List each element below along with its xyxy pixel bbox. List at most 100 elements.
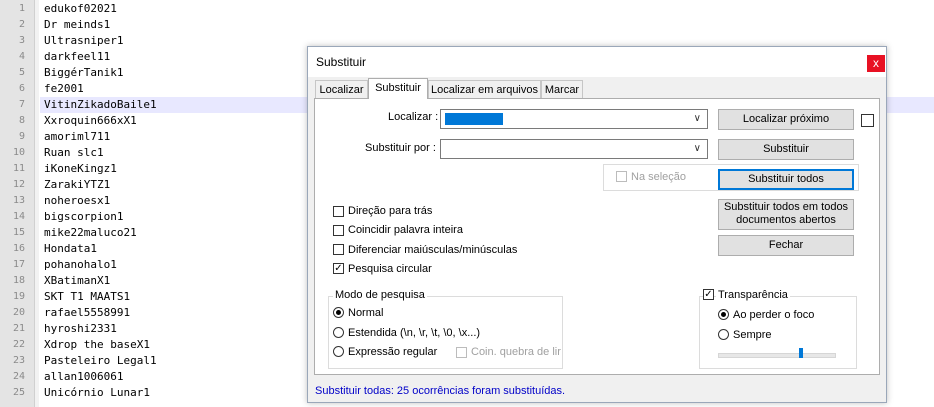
tab-label: Localizar em arquivos xyxy=(431,84,538,96)
line-text[interactable]: allan1006061 xyxy=(44,369,123,385)
on-focus-lost-label: Ao perder o foco xyxy=(733,309,815,321)
normal-mode-radio[interactable] xyxy=(333,307,344,318)
in-selection-checkbox[interactable] xyxy=(616,171,627,182)
always-radio[interactable] xyxy=(718,329,729,340)
extended-mode-radio[interactable] xyxy=(333,327,344,338)
line-number: 18 xyxy=(12,275,25,286)
line-text[interactable]: edukof02021 xyxy=(44,1,117,17)
line-text[interactable]: pohanohalo1 xyxy=(44,257,117,273)
line-text[interactable]: iKoneKingz1 xyxy=(44,161,117,177)
find-next-button[interactable]: Localizar próximo xyxy=(718,109,854,130)
tab-find[interactable]: Localizar xyxy=(315,80,368,98)
dialog-titlebar[interactable]: Substituir x xyxy=(308,47,886,77)
editor-line[interactable]: 2 Dr meinds1 xyxy=(0,17,934,33)
backward-direction-label: Direção para trás xyxy=(348,205,433,217)
radio-dot xyxy=(336,310,341,315)
line-text[interactable]: Hondata1 xyxy=(44,241,97,257)
line-text[interactable]: noheroesx1 xyxy=(44,193,110,209)
line-text[interactable]: Ultrasniper1 xyxy=(44,33,123,49)
find-next-checkbox[interactable] xyxy=(861,114,874,127)
line-number: 2 xyxy=(18,19,25,30)
status-message: Substituir todas: 25 ocorrências foram s… xyxy=(315,385,566,397)
transparency-slider-track[interactable] xyxy=(718,353,836,358)
wrap-around-label: Pesquisa circular xyxy=(348,263,432,275)
chevron-down-icon[interactable]: ∨ xyxy=(694,143,701,154)
regex-mode-radio[interactable] xyxy=(333,346,344,357)
line-text[interactable]: SKT T1 MAATS1 xyxy=(44,289,130,305)
line-number: 9 xyxy=(18,131,25,142)
tab-mark[interactable]: Marcar xyxy=(541,80,583,98)
backward-direction-checkbox[interactable] xyxy=(333,206,344,217)
replace-button[interactable]: Substituir xyxy=(718,139,854,160)
normal-mode-label: Normal xyxy=(348,307,384,319)
line-text[interactable]: Ruan slc1 xyxy=(44,145,104,161)
always-label: Sempre xyxy=(733,329,772,341)
replace-all-open-docs-button[interactable]: Substituir todos em todos documentos abe… xyxy=(718,199,854,230)
line-text[interactable]: Pasteleiro Legal1 xyxy=(44,353,157,369)
line-text[interactable]: Unicórnio Lunar1 xyxy=(44,385,150,401)
line-number: 24 xyxy=(12,371,25,382)
line-number: 22 xyxy=(12,339,25,350)
replace-dialog: Substituir x Localizar Substituir Locali… xyxy=(307,46,887,403)
line-number: 16 xyxy=(12,243,25,254)
line-text[interactable]: fe2001 xyxy=(44,81,84,97)
line-number: 8 xyxy=(18,115,25,126)
tab-find-in-files[interactable]: Localizar em arquivos xyxy=(428,80,541,98)
button-line: Substituir todos em todos xyxy=(723,201,849,213)
line-number: 11 xyxy=(12,163,25,174)
line-number: 25 xyxy=(12,387,25,398)
dot-matches-newline-label: Coin. quebra de lir xyxy=(471,346,561,358)
line-text[interactable]: Dr meinds1 xyxy=(44,17,110,33)
extended-mode-label: Estendida (\n, \r, \t, \0, \x...) xyxy=(348,327,481,339)
radio-dot xyxy=(721,312,726,317)
line-text[interactable]: amoriml711 xyxy=(44,129,110,145)
line-text[interactable]: mike22maluco21 xyxy=(44,225,137,241)
regex-mode-label: Expressão regular xyxy=(348,346,438,358)
transparency-checkbox[interactable]: ✓ xyxy=(703,289,714,300)
transparency-label: Transparência xyxy=(716,289,790,301)
line-text[interactable]: XBatimanX1 xyxy=(44,273,110,289)
find-input[interactable]: ∨ xyxy=(440,109,708,129)
match-case-checkbox[interactable] xyxy=(333,244,344,255)
find-label: Localizar : xyxy=(388,111,439,123)
line-number: 17 xyxy=(12,259,25,270)
tab-label: Marcar xyxy=(544,84,580,96)
whole-word-label: Coincidir palavra inteira xyxy=(348,224,463,236)
line-text[interactable]: hyroshi2331 xyxy=(44,321,117,337)
transparency-slider-thumb[interactable] xyxy=(799,348,803,358)
close-icon: x xyxy=(873,56,879,70)
dot-matches-newline-checkbox[interactable] xyxy=(456,347,467,358)
tab-replace[interactable]: Substituir xyxy=(368,78,428,99)
line-text[interactable]: BiggérTanik1 xyxy=(44,65,123,81)
dialog-title: Substituir xyxy=(316,55,367,69)
match-case-label: Diferenciar maiúsculas/minúsculas xyxy=(348,244,518,256)
line-number: 10 xyxy=(12,147,25,158)
close-dialog-button[interactable]: Fechar xyxy=(718,235,854,256)
tab-label: Substituir xyxy=(375,82,421,94)
line-text[interactable]: Xdrop the baseX1 xyxy=(44,337,150,353)
replace-label: Substituir por : xyxy=(365,142,436,154)
line-number: 4 xyxy=(18,51,25,62)
replace-all-button[interactable]: Substituir todos xyxy=(718,169,854,190)
wrap-around-checkbox[interactable]: ✓ xyxy=(333,263,344,274)
on-focus-lost-radio[interactable] xyxy=(718,309,729,320)
editor-line[interactable]: 1 edukof02021 xyxy=(0,1,934,17)
line-text[interactable]: darkfeel11 xyxy=(44,49,110,65)
selected-text-highlight xyxy=(445,113,503,125)
line-number: 12 xyxy=(12,179,25,190)
line-number: 14 xyxy=(12,211,25,222)
line-number: 15 xyxy=(12,227,25,238)
line-text[interactable]: rafael5558991 xyxy=(44,305,130,321)
replace-input[interactable]: ∨ xyxy=(440,139,708,159)
whole-word-checkbox[interactable] xyxy=(333,225,344,236)
line-text[interactable]: VitinZikadoBaile1 xyxy=(44,97,157,113)
line-text[interactable]: ZarakiYTZ1 xyxy=(44,177,110,193)
button-line: documentos abertos xyxy=(736,214,836,226)
chevron-down-icon[interactable]: ∨ xyxy=(694,113,701,124)
line-number: 20 xyxy=(12,307,25,318)
line-text[interactable]: bigscorpion1 xyxy=(44,209,123,225)
line-text[interactable]: Xxroquin666xX1 xyxy=(44,113,137,129)
line-number: 7 xyxy=(18,99,25,110)
search-mode-title: Modo de pesquisa xyxy=(333,289,427,301)
close-button[interactable]: x xyxy=(867,55,885,72)
